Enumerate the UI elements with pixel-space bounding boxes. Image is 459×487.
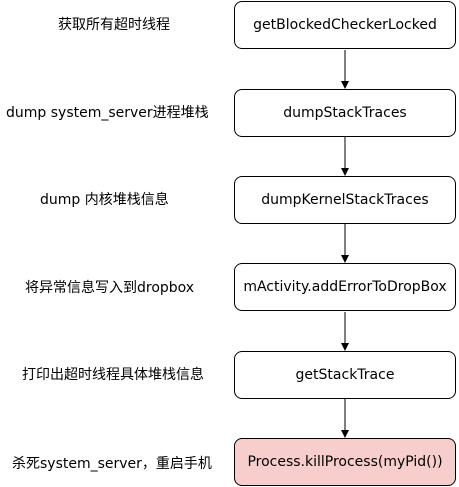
step-6-node: Process.killProcess(myPid()): [234, 438, 456, 486]
step-4-label: 将异常信息写入到dropbox: [25, 280, 195, 296]
step-1-label: 获取所有超时线程: [58, 17, 170, 33]
step-3-label: dump 内核堆栈信息: [40, 192, 169, 208]
flow-diagram: 获取所有超时线程 getBlockedCheckerLocked dump sy…: [0, 0, 459, 487]
step-5-node: getStackTrace: [234, 351, 456, 399]
arrow-layer: [341, 50, 349, 438]
step-3-node: dumpKernelStackTraces: [234, 176, 456, 224]
step-2-label: dump system_server进程堆栈: [6, 105, 209, 121]
step-2-node: dumpStackTraces: [234, 89, 456, 137]
step-4-node: mActivity.addErrorToDropBox: [234, 263, 456, 311]
step-1-node: getBlockedCheckerLocked: [234, 1, 456, 49]
step-6-label: 杀死system_server，重启手机: [12, 456, 212, 472]
step-5-label: 打印出超时线程具体堆栈信息: [22, 367, 204, 383]
